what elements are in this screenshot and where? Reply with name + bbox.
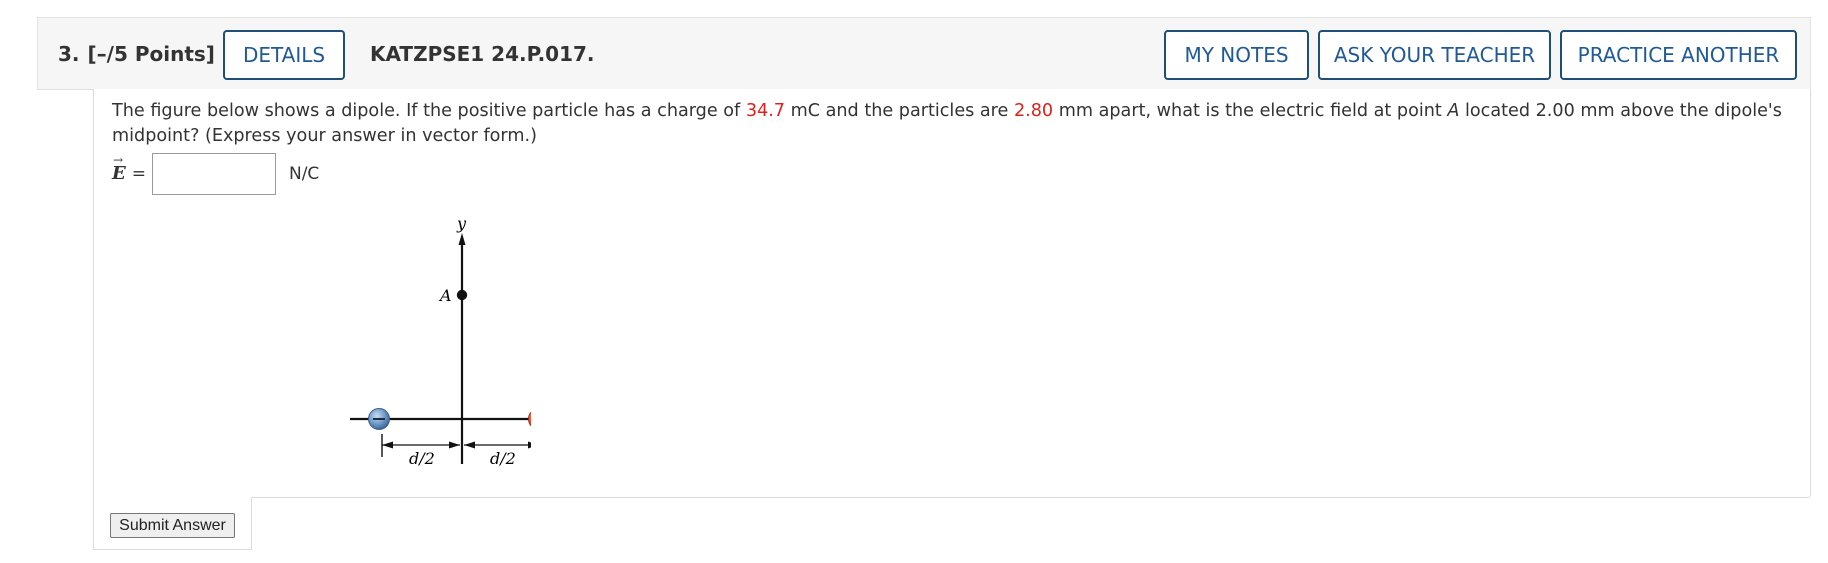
answer-units: N/C: [288, 164, 320, 184]
submit-answer-button[interactable]: Submit Answer: [110, 513, 235, 538]
equals-sign: =: [131, 164, 146, 184]
question-number: 3. [–/5 Points]: [58, 42, 215, 66]
vector-arrow-icon: →: [113, 153, 124, 167]
separation-value: 2.80: [1013, 101, 1054, 121]
answer-input[interactable]: [151, 153, 276, 195]
half-distance-left-label: d/2: [409, 449, 435, 468]
negative-charge-icon: [368, 408, 390, 430]
my-notes-button[interactable]: MY NOTES: [1164, 30, 1309, 80]
prompt-text-3: mm apart, what is the electric field at …: [1053, 101, 1448, 121]
submit-area: Submit Answer: [93, 497, 252, 550]
question-points: [–/5 Points]: [87, 42, 215, 66]
electric-field-symbol: → E: [112, 154, 126, 183]
answer-row: → E = N/C: [112, 152, 319, 196]
ask-your-teacher-button[interactable]: ASK YOUR TEACHER: [1318, 30, 1551, 80]
question-number-label: 3.: [58, 42, 80, 66]
charge-value: 34.7: [745, 101, 786, 121]
details-button[interactable]: DETAILS: [223, 30, 345, 80]
point-a-dot: [456, 289, 468, 301]
practice-another-button[interactable]: PRACTICE ANOTHER: [1560, 30, 1797, 80]
question-code: KATZPSE1 24.P.017.: [370, 42, 595, 66]
prompt-point-label: A: [1447, 101, 1460, 121]
question-body: The figure below shows a dipole. If the …: [93, 89, 1811, 498]
prompt-text-2: mC and the particles are: [785, 101, 1014, 121]
prompt-text-1: The figure below shows a dipole. If the …: [112, 101, 746, 121]
half-distance-right-label: d/2: [490, 449, 516, 468]
positive-charge-icon: [528, 411, 531, 427]
question-header: 3. [–/5 Points] DETAILS KATZPSE1 24.P.017…: [37, 17, 1811, 90]
y-axis-label: y: [456, 219, 467, 233]
y-axis: [458, 233, 466, 464]
dipole-figure: y x A: [350, 219, 531, 468]
question-prompt: The figure below shows a dipole. If the …: [112, 99, 1792, 149]
point-a-label: A: [438, 286, 452, 305]
